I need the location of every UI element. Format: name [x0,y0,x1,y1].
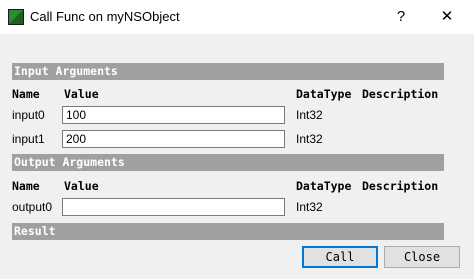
close-button[interactable]: Close [384,246,460,268]
input-header-datatype: DataType [296,87,352,101]
call-button[interactable]: Call [302,246,378,268]
title-bar: Call Func on myNSObject ? ✕ [0,0,474,34]
input-header-name: Name [12,87,40,101]
result-section-header: Result [12,223,444,240]
window-title: Call Func on myNSObject [30,9,180,24]
input0-label: input0 [12,108,45,122]
result-title: Result [14,224,56,238]
input1-field[interactable] [62,130,285,148]
input0-value[interactable] [63,107,284,123]
input-arguments-title: Input Arguments [14,64,118,78]
input0-field[interactable] [62,106,285,124]
output-header-datatype: DataType [296,179,352,193]
output-arguments-title: Output Arguments [14,155,125,169]
close-window-button[interactable]: ✕ [424,0,470,34]
help-button[interactable]: ? [378,0,424,34]
output0-label: output0 [12,200,53,214]
output-header-description: Description [362,179,439,193]
output0-datatype: Int32 [296,200,323,214]
input1-label: input1 [12,132,45,146]
input1-datatype: Int32 [296,132,323,146]
input1-value[interactable] [63,131,284,147]
output0-value[interactable] [63,199,284,215]
output-header-value: Value [64,179,99,193]
input-header-value: Value [64,87,99,101]
output0-field[interactable] [62,198,285,216]
app-icon [8,9,24,25]
input-header-description: Description [362,87,439,101]
input-arguments-section-header: Input Arguments [12,63,444,80]
input0-datatype: Int32 [296,108,323,122]
output-arguments-section-header: Output Arguments [12,154,444,171]
output-header-name: Name [12,179,40,193]
